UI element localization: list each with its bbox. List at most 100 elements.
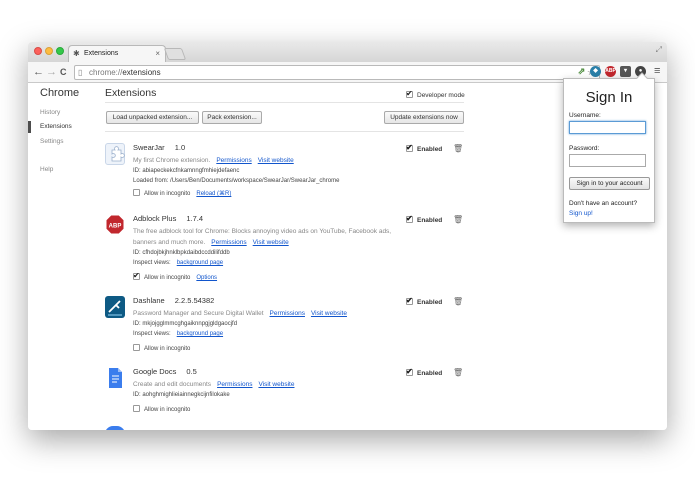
reload-link[interactable]: Reload (⌘R) [196,191,231,197]
divider [105,131,464,132]
new-tab-button[interactable] [163,48,187,60]
permissions-link[interactable]: Permissions [211,239,246,246]
sign-in-button[interactable]: Sign in to your account [569,177,650,190]
extension-item-adblock-plus: ABP Adblock Plus 1.7.4 The free adblock t… [105,214,470,284]
sidebar-active-indicator [28,121,31,133]
incognito-toggle[interactable]: Allow in incognito [133,344,190,352]
dashlane-extension-icon[interactable]: ◆ [590,66,601,77]
extension-version: 1.7.4 [186,214,204,223]
page-icon: ▯ [78,68,83,77]
dashlane-icon [105,296,125,318]
google-docs-icon [105,367,125,389]
sidebar-item-extensions[interactable]: Extensions [40,123,72,130]
tab-extensions[interactable]: ✱ Extensions × [68,45,166,62]
enabled-checkbox[interactable] [406,214,413,224]
url-scheme: chrome:// [89,68,123,77]
background-page-link[interactable]: background page [177,331,223,337]
incognito-toggle[interactable]: Allow in incognito [133,405,190,413]
enabled-toggle[interactable]: Enabled [406,367,443,377]
extension-id: ID: abiapeckekcfnkamnngfmhiejdefaenc [133,168,240,174]
incognito-checkbox[interactable] [133,271,140,281]
trash-icon[interactable]: 🗑 [453,215,463,224]
username-input[interactable] [569,121,646,134]
incognito-label: Allow in incognito [144,191,191,197]
incognito-toggle[interactable]: Allow in incognito Options [133,271,217,281]
extension-version: 2.2.5.54382 [174,296,215,305]
enabled-label: Enabled [417,217,443,224]
extension-id: ID: cfhdojbkjhnklbpkdaibdccddilifddb [133,250,230,256]
fullscreen-icon[interactable]: ⤢ [656,45,662,55]
developer-mode-checkbox[interactable] [406,89,413,99]
incognito-checkbox[interactable] [133,344,140,351]
incognito-checkbox[interactable] [133,405,140,412]
extension-version: 1.0 [174,143,186,152]
abp-logo-text: ABP [109,224,122,230]
trash-icon[interactable]: 🗑 [453,297,463,306]
title-bar: ✱ Extensions × ⤢ [28,42,667,62]
extension-name: Dashlane 2.2.5.54382 [133,296,215,305]
forward-button[interactable]: → [46,65,57,79]
incognito-toggle[interactable]: Allow in incognito Reload (⌘R) [133,189,231,197]
tab-title: Extensions [84,50,119,57]
swearjar-puzzle-icon [105,143,125,165]
extension-name: Adblock Plus 1.7.4 [133,214,204,223]
enabled-label: Enabled [417,370,443,377]
password-input[interactable] [569,154,646,167]
permissions-link[interactable]: Permissions [270,310,305,317]
visit-website-link[interactable]: Visit website [258,381,294,388]
load-unpacked-button[interactable]: Load unpacked extension... [106,111,199,124]
extension-description: Create and edit documents Permissions Visi… [133,381,295,388]
extension-item-google-docs: Google Docs 0.5 Create and edit documents… [105,367,470,417]
inspect-views: Inspect views: background page [133,260,224,266]
address-bar[interactable]: ▯ chrome://extensions ☆ [74,65,600,80]
enabled-checkbox[interactable] [406,143,413,153]
back-button[interactable]: ← [33,65,44,79]
sidebar-item-help[interactable]: Help [40,166,53,173]
enabled-checkbox[interactable] [406,367,413,377]
sidebar-item-history[interactable]: History [40,109,60,116]
permissions-link[interactable]: Permissions [216,157,251,164]
developer-mode-label: Developer mode [417,92,465,99]
window-maximize-button[interactable] [56,47,64,55]
window-close-button[interactable] [34,47,42,55]
incognito-checkbox[interactable] [133,189,140,196]
sign-up-link[interactable]: Sign up! [569,210,593,217]
options-link[interactable]: Options [196,275,217,281]
developer-mode-toggle[interactable]: Developer mode [406,89,465,99]
trash-icon[interactable]: 🗑 [453,144,463,153]
tab-close-icon[interactable]: × [155,46,160,62]
extension-description: The free adblock tool for Chrome: Blocks… [133,228,392,246]
sidebar-item-settings[interactable]: Settings [40,138,64,145]
chrome-menu-button[interactable]: ≡ [654,64,660,78]
enabled-label: Enabled [417,146,443,153]
enabled-toggle[interactable]: Enabled [406,143,443,153]
extension-id: ID: aohghmighlieiainnegkcijnfilokake [133,392,230,398]
extension-description: Password Manager and Secure Digital Wall… [133,310,347,317]
window-minimize-button[interactable] [45,47,53,55]
page-title: Extensions [105,87,157,99]
visit-website-link[interactable]: Visit website [258,157,294,164]
url-path: extensions [122,68,161,77]
extension-item-dashlane: Dashlane 2.2.5.54382 Password Manager and… [105,296,470,356]
divider [105,102,464,103]
next-extension-icon [105,426,125,430]
puzzle-icon: ✱ [73,49,80,58]
extension-loaded-from: Loaded from: /Users/Ben/Documents/worksp… [133,178,340,184]
enabled-toggle[interactable]: Enabled [406,214,443,224]
visit-website-link[interactable]: Visit website [253,239,289,246]
username-label: Username: [569,112,601,119]
extension-arrow-icon[interactable]: ⇗ [576,66,587,77]
visit-website-link[interactable]: Visit website [311,310,347,317]
reload-button[interactable]: C [60,65,67,79]
enabled-checkbox[interactable] [406,296,413,306]
enabled-toggle[interactable]: Enabled [406,296,442,306]
extension-id: ID: mkjojgglmmcghgaiknnpgjgldgaocjfd [133,321,238,327]
update-extensions-button[interactable]: Update extensions now [384,111,464,124]
adblock-extension-icon[interactable]: ABP [605,66,616,77]
adblock-plus-icon: ABP [105,214,125,236]
pack-extension-button[interactable]: Pack extension... [202,111,262,124]
background-page-link[interactable]: background page [177,260,223,266]
permissions-link[interactable]: Permissions [217,381,252,388]
pocket-extension-icon[interactable]: ▾ [620,66,631,77]
trash-icon[interactable]: 🗑 [453,368,463,377]
